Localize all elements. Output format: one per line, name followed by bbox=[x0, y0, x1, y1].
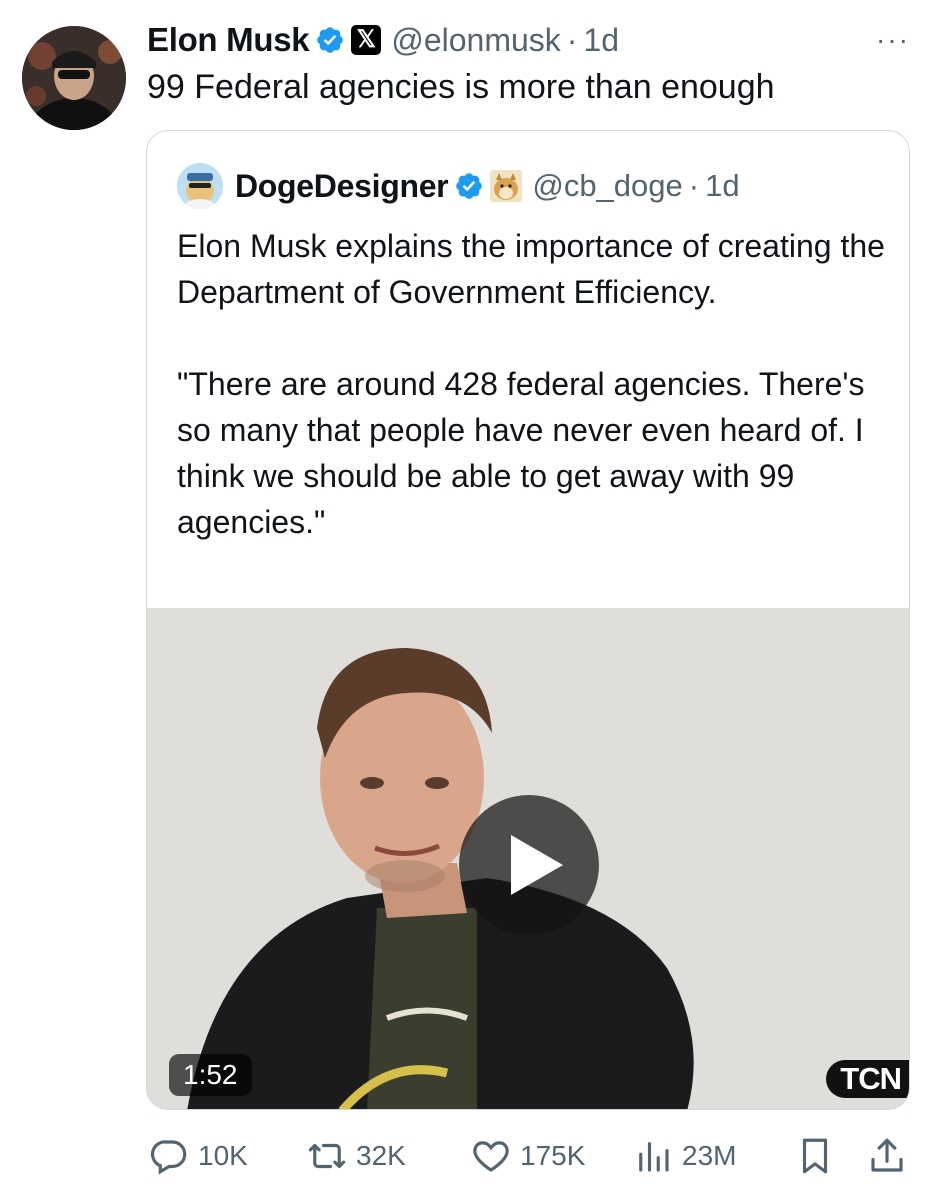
share-icon bbox=[871, 1138, 903, 1172]
doge-icon bbox=[490, 170, 523, 202]
tweet-header: Elon Musk 𝕏 @elonmusk · 1d bbox=[147, 18, 619, 62]
quoted-author-name[interactable]: DogeDesigner bbox=[235, 168, 449, 205]
tcn-watermark: TCN bbox=[826, 1060, 909, 1098]
quoted-paragraph-2: "There are around 428 federal agencies. … bbox=[177, 366, 865, 540]
play-icon bbox=[511, 835, 563, 895]
views-button[interactable]: 23M bbox=[632, 1128, 736, 1184]
profile-photo-icon bbox=[22, 26, 126, 130]
reply-count: 10K bbox=[198, 1140, 248, 1171]
author-avatar[interactable] bbox=[22, 26, 126, 130]
video-player[interactable]: 1:52 TCN bbox=[147, 608, 909, 1109]
like-count: 175K bbox=[520, 1140, 586, 1171]
doge-avatar-icon bbox=[177, 163, 223, 209]
repost-icon bbox=[308, 1143, 346, 1169]
heart-icon bbox=[473, 1141, 509, 1172]
tweet-time[interactable]: 1d bbox=[583, 22, 619, 59]
separator: · bbox=[688, 168, 700, 203]
quoted-tweet-time[interactable]: 1d bbox=[705, 168, 739, 204]
author-handle[interactable]: @elonmusk bbox=[391, 22, 560, 59]
quoted-author-avatar[interactable] bbox=[177, 163, 223, 209]
quoted-tweet-header: DogeDesigner @cb_doge · 1d bbox=[177, 163, 740, 209]
x-affiliate-badge-icon: 𝕏 bbox=[351, 25, 382, 55]
reply-button[interactable]: 10K bbox=[148, 1128, 248, 1184]
doge-affiliate-badge-icon bbox=[490, 170, 523, 202]
action-bar: 10K 32K 175K 23M bbox=[0, 1128, 934, 1184]
quoted-tweet-card[interactable]: DogeDesigner @cb_doge · 1d Elon Musk exp… bbox=[146, 130, 910, 1110]
separator: · bbox=[566, 21, 578, 58]
video-duration: 1:52 bbox=[169, 1054, 252, 1096]
verified-badge-icon bbox=[317, 27, 344, 53]
play-button[interactable] bbox=[459, 795, 599, 935]
view-count: 23M bbox=[682, 1140, 737, 1171]
reply-icon bbox=[150, 1140, 187, 1175]
views-chart-icon bbox=[639, 1142, 669, 1172]
bookmark-icon bbox=[802, 1138, 828, 1174]
quoted-paragraph-1: Elon Musk explains the importance of cre… bbox=[177, 228, 885, 310]
repost-button[interactable]: 32K bbox=[306, 1128, 406, 1184]
repost-count: 32K bbox=[356, 1140, 406, 1171]
tweet-text: 99 Federal agencies is more than enough bbox=[147, 68, 775, 106]
like-button[interactable]: 175K bbox=[470, 1128, 585, 1184]
share-button[interactable] bbox=[866, 1128, 908, 1184]
quoted-author-handle[interactable]: @cb_doge bbox=[532, 168, 682, 204]
verified-badge-icon bbox=[456, 173, 483, 199]
more-options-icon[interactable]: ··· bbox=[876, 24, 910, 56]
quoted-tweet-text: Elon Musk explains the importance of cre… bbox=[177, 223, 897, 545]
author-name[interactable]: Elon Musk bbox=[147, 21, 310, 59]
bookmark-button[interactable] bbox=[794, 1128, 836, 1184]
